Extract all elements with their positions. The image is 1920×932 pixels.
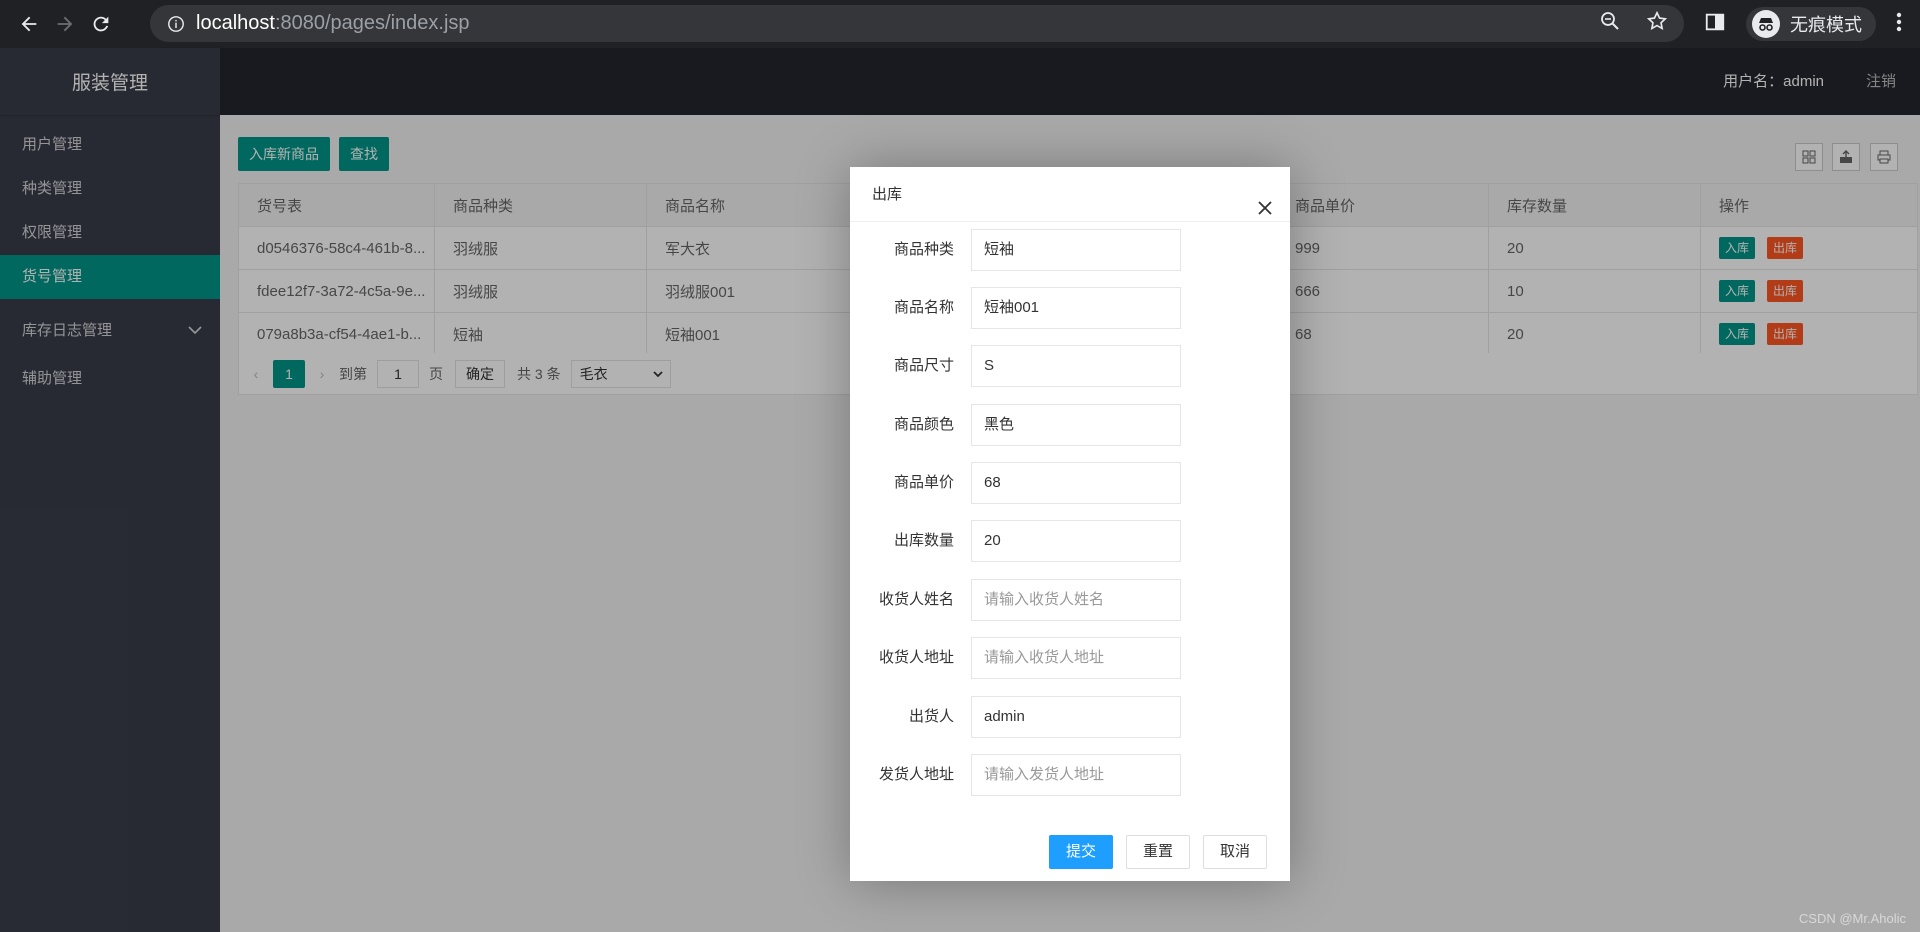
field-receiver-name: 收货人姓名 请输入收货人姓名 <box>850 579 1290 621</box>
stock-out-dialog: 出库 商品种类 短袖 商品名称 短袖001 商品尺寸 S 商品颜色 黑色 商品单… <box>850 167 1290 881</box>
category-input[interactable]: 短袖 <box>971 229 1181 271</box>
field-quantity: 出库数量 20 <box>850 520 1290 562</box>
field-label: 商品尺寸 <box>893 357 954 374</box>
field-label: 发货人地址 <box>878 766 954 783</box>
price-input[interactable]: 68 <box>971 462 1181 504</box>
incognito-label: 无痕模式 <box>1790 15 1862 35</box>
receiver-name-input[interactable]: 请输入收货人姓名 <box>971 579 1181 621</box>
size-input[interactable]: S <box>971 345 1181 387</box>
url-text: localhost:8080/pages/index.jsp <box>196 12 470 35</box>
field-label: 出库数量 <box>893 532 954 549</box>
watermark: CSDN @Mr.Aholic <box>1798 911 1906 926</box>
field-label: 商品单价 <box>893 474 954 491</box>
forward-icon[interactable] <box>50 9 80 39</box>
field-price: 商品单价 68 <box>850 462 1290 504</box>
dialog-header: 出库 <box>850 167 1290 222</box>
field-color: 商品颜色 黑色 <box>850 404 1290 446</box>
incognito-badge[interactable]: 无痕模式 <box>1746 7 1876 41</box>
field-size: 商品尺寸 S <box>850 345 1290 387</box>
field-receiver-address: 收货人地址 请输入收货人地址 <box>850 637 1290 679</box>
bookmark-star-icon[interactable] <box>1646 10 1668 37</box>
incognito-icon <box>1752 10 1780 38</box>
url-path: :8080/pages/index.jsp <box>274 12 470 34</box>
name-input[interactable]: 短袖001 <box>971 287 1181 329</box>
reset-button[interactable]: 重置 <box>1126 835 1191 869</box>
shipper-input[interactable]: admin <box>971 696 1181 738</box>
browser-toolbar: localhost:8080/pages/index.jsp 无痕模式 <box>0 0 1920 48</box>
receiver-address-input[interactable]: 请输入收货人地址 <box>971 637 1181 679</box>
field-label: 商品颜色 <box>893 416 954 433</box>
zoom-icon[interactable] <box>1600 11 1620 36</box>
dialog-title: 出库 <box>872 186 903 203</box>
field-label: 商品名称 <box>893 299 954 316</box>
field-shipper-address: 发货人地址 请输入发货人地址 <box>850 754 1290 796</box>
field-label: 收货人姓名 <box>878 591 954 608</box>
color-input[interactable]: 黑色 <box>971 404 1181 446</box>
field-shipper: 出货人 admin <box>850 696 1290 738</box>
field-label: 收货人地址 <box>878 649 954 666</box>
site-info-icon[interactable] <box>166 14 186 34</box>
field-name: 商品名称 短袖001 <box>850 287 1290 329</box>
submit-button[interactable]: 提交 <box>1049 835 1114 869</box>
field-label: 出货人 <box>908 708 954 725</box>
url-host: localhost <box>196 12 275 34</box>
shipper-address-input[interactable]: 请输入发货人地址 <box>971 754 1181 796</box>
close-icon[interactable] <box>1256 185 1274 215</box>
address-bar[interactable]: localhost:8080/pages/index.jsp <box>150 5 1684 42</box>
field-category: 商品种类 短袖 <box>850 229 1290 271</box>
side-panel-icon[interactable] <box>1704 11 1726 38</box>
reload-icon[interactable] <box>86 9 116 39</box>
back-icon[interactable] <box>14 9 44 39</box>
browser-menu-icon[interactable] <box>1896 11 1902 38</box>
field-label: 商品种类 <box>893 241 954 258</box>
quantity-input[interactable]: 20 <box>971 520 1181 562</box>
cancel-button[interactable]: 取消 <box>1203 835 1268 869</box>
